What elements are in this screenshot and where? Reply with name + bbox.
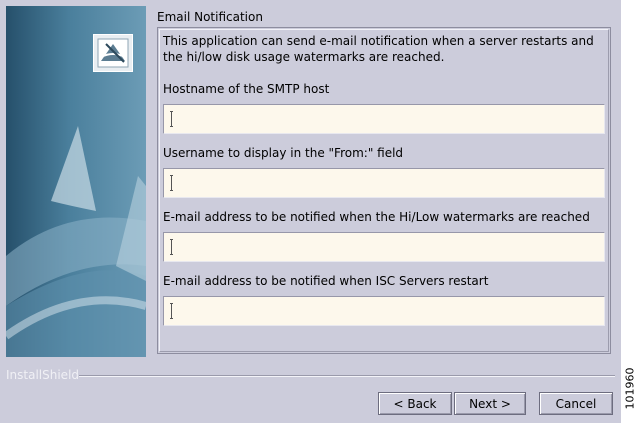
smtp-host-label: Hostname of the SMTP host bbox=[163, 82, 330, 96]
from-username-label: Username to display in the "From:" field bbox=[163, 146, 404, 160]
side-banner bbox=[6, 6, 146, 357]
figure-id: 101960 bbox=[622, 360, 636, 420]
text-cursor-icon bbox=[170, 239, 173, 255]
from-username-input[interactable] bbox=[163, 168, 605, 198]
smtp-host-input[interactable] bbox=[163, 104, 605, 134]
cancel-button[interactable]: Cancel bbox=[539, 392, 613, 415]
installer-logo-icon bbox=[93, 34, 133, 72]
watermark-email-label: E-mail address to be notified when the H… bbox=[163, 210, 590, 224]
text-cursor-icon bbox=[170, 303, 173, 319]
restart-email-input[interactable] bbox=[163, 296, 605, 326]
footer-divider bbox=[79, 375, 615, 377]
text-cursor-icon bbox=[170, 175, 173, 191]
back-button[interactable]: < Back bbox=[378, 392, 452, 415]
installer-dialog: Email Notification This application can … bbox=[0, 0, 621, 423]
text-cursor-icon bbox=[170, 111, 173, 127]
section-title: Email Notification bbox=[157, 10, 263, 24]
restart-email-label: E-mail address to be notified when ISC S… bbox=[163, 274, 489, 288]
installshield-brand: InstallShield bbox=[6, 368, 80, 382]
description-text: This application can send e-mail notific… bbox=[163, 34, 594, 64]
watermark-email-input[interactable] bbox=[163, 232, 605, 262]
next-button[interactable]: Next > bbox=[454, 392, 526, 415]
figure-id-text: 101960 bbox=[623, 367, 636, 410]
